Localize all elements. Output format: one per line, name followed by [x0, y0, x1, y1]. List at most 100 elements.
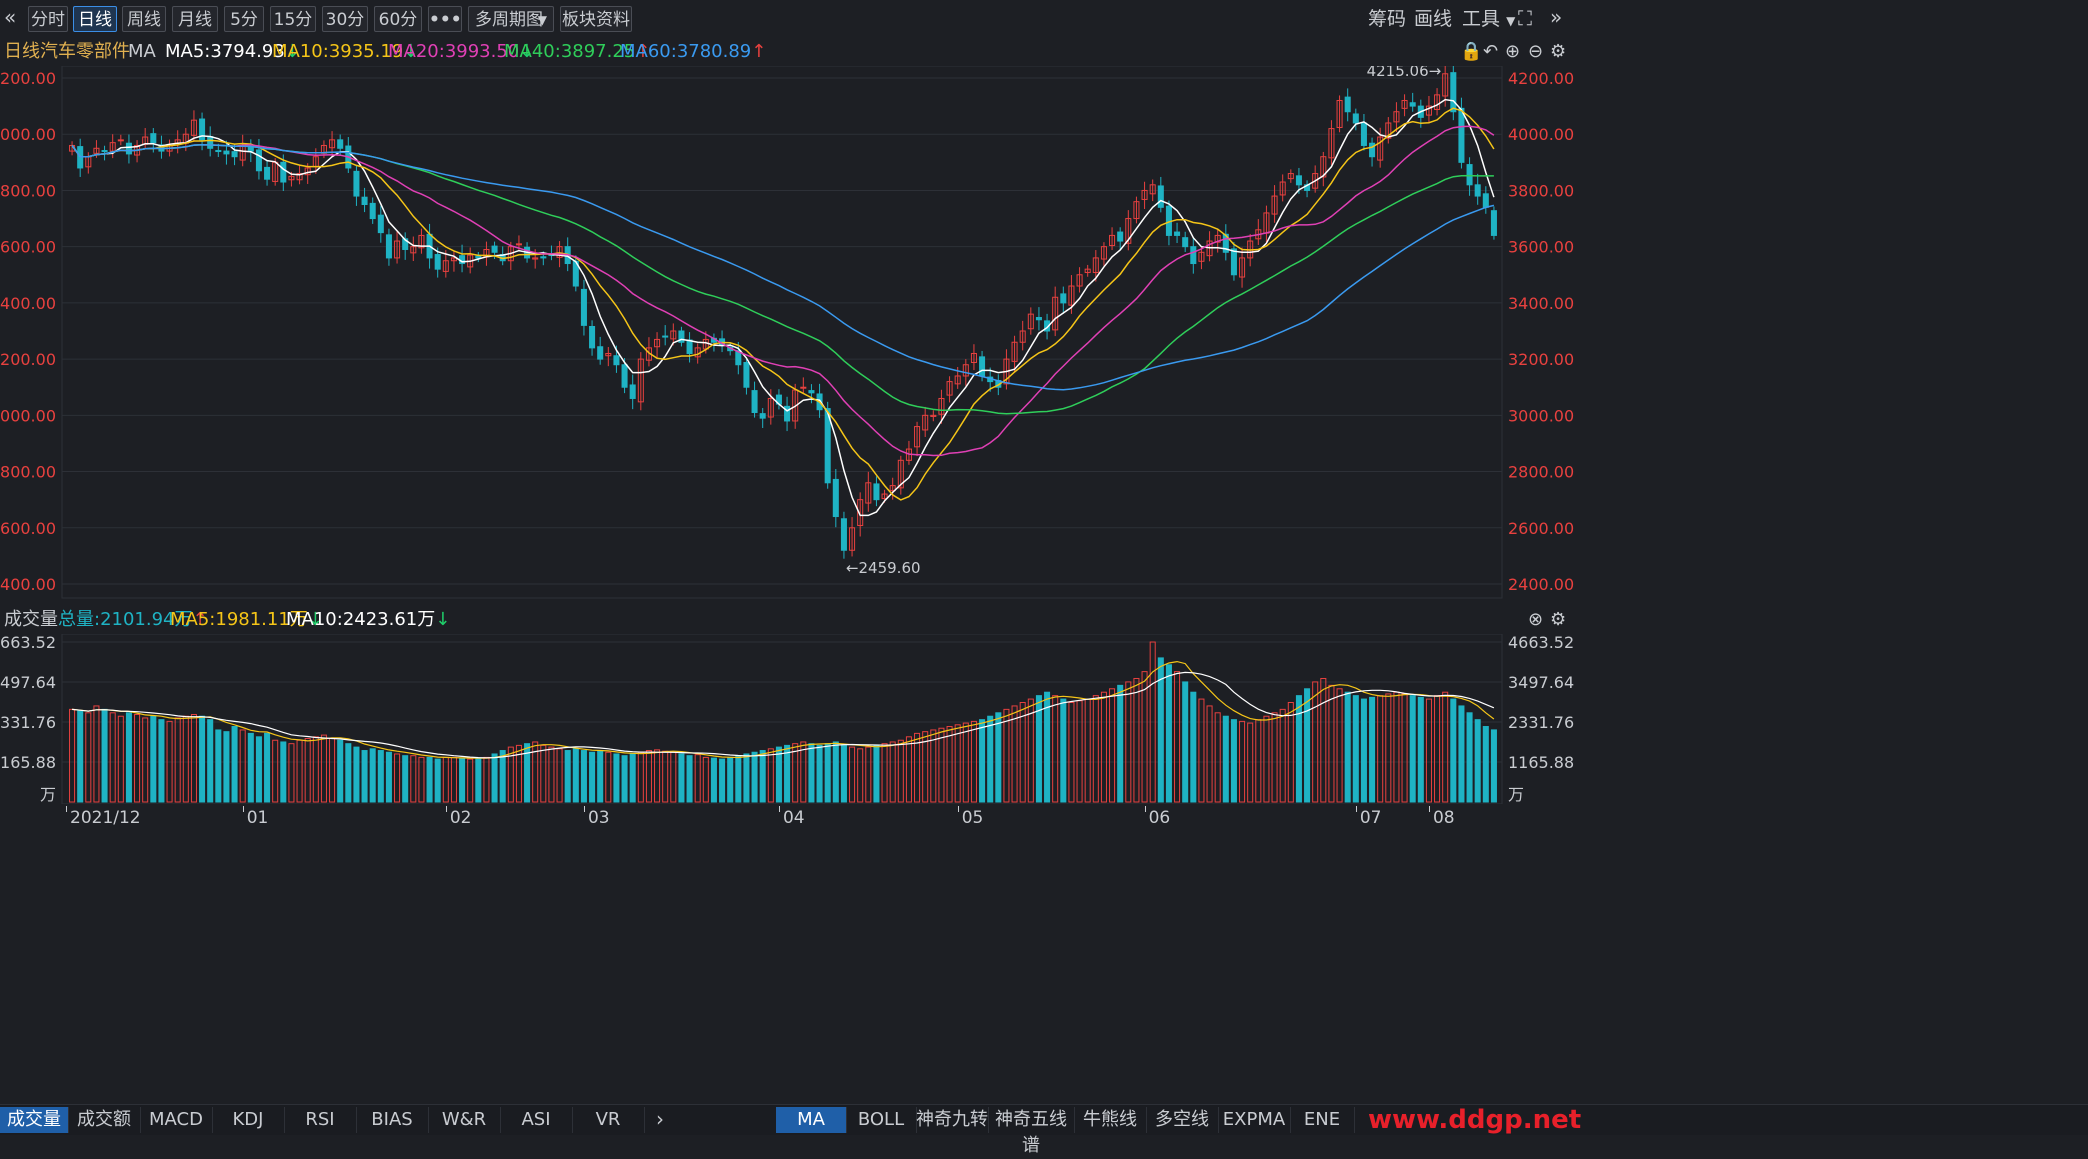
candle-down [1369, 142, 1376, 158]
overlay-tab[interactable]: EXPMA [1218, 1107, 1291, 1133]
sector-info-button[interactable]: 板块资料 [560, 6, 632, 32]
volume-bar-down [1060, 698, 1067, 803]
indicator-tab[interactable]: BIAS [356, 1107, 429, 1133]
volume-bar-down [1182, 681, 1189, 803]
indicator-tab[interactable]: 成交量 [0, 1107, 69, 1133]
volume-bar-down [369, 748, 376, 803]
volume-bar-down [1360, 698, 1367, 803]
candle-down [621, 364, 628, 388]
indicator-tab[interactable]: RSI [284, 1107, 357, 1133]
overlay-tab[interactable]: 多空线 [1146, 1107, 1219, 1133]
period-button-60min[interactable]: 60分 [374, 6, 422, 32]
overlay-tab[interactable]: BOLL [846, 1107, 917, 1133]
volume-bar-up [540, 744, 547, 803]
volume-axis-label-right: 4663.52 [1508, 634, 1574, 652]
candle-up [515, 243, 522, 246]
collapse-left-icon[interactable]: « [4, 5, 16, 29]
draw-button[interactable]: 画线 [1414, 6, 1452, 32]
candle-up [117, 139, 124, 142]
volume-bar-down [1304, 688, 1311, 803]
period-button-30min[interactable]: 30分 [322, 6, 368, 32]
volume-bar-up [1271, 712, 1278, 803]
volume-bar-up [1385, 693, 1392, 803]
volume-bar-up [1287, 702, 1294, 803]
price-axis-label-right: 3200.00 [1508, 350, 1574, 369]
indicator-tab[interactable]: ASI [500, 1107, 573, 1133]
tools-dropdown[interactable]: 工具 ▼ [1462, 6, 1515, 34]
indicator-name[interactable]: MA [128, 38, 156, 66]
indicator-tab[interactable]: W&R [428, 1107, 501, 1133]
candle-down [223, 150, 230, 155]
overlay-tab[interactable]: MA [776, 1107, 847, 1133]
volume-bar-down [158, 719, 165, 803]
multi-period-dropdown[interactable]: 多周期图 ▼ [468, 6, 554, 32]
date-label: 06 [1148, 808, 1171, 828]
volume-bar-down [223, 731, 230, 803]
indicator-tab[interactable]: MACD [140, 1107, 213, 1133]
chips-button[interactable]: 筹码 [1368, 6, 1406, 32]
tabs-next-arrow-icon[interactable]: › [656, 1107, 664, 1131]
price-axis-label-left: 4000.00 [0, 125, 56, 144]
overlay-tab[interactable]: 牛熊线 [1074, 1107, 1147, 1133]
volume-bar-up [702, 756, 709, 803]
lock-icon[interactable]: 🔒 [1460, 38, 1482, 66]
price-axis-label-right: 4200.00 [1508, 69, 1574, 88]
close-panel-icon[interactable]: ⊗ [1528, 606, 1543, 634]
candle-down [377, 214, 384, 234]
ma20-text: MA20:3993.50 [388, 41, 520, 62]
candle-down [491, 245, 498, 253]
volume-bar-down [385, 751, 392, 803]
overlay-tab[interactable]: 神奇九转 [916, 1107, 989, 1133]
period-button-5min[interactable]: 5分 [224, 6, 264, 32]
candle-down [743, 361, 750, 388]
candle-down [1344, 96, 1351, 113]
settings-gear-icon[interactable]: ⚙ [1550, 38, 1566, 66]
period-button-weekly[interactable]: 周线 [122, 6, 166, 32]
period-button-15min[interactable]: 15分 [270, 6, 316, 32]
date-label: 2021/12 [70, 808, 141, 828]
indicator-tab[interactable]: KDJ [212, 1107, 285, 1133]
volume-bar-down [816, 744, 823, 803]
volume-bar-down [710, 757, 717, 803]
volume-bar-down [995, 712, 1002, 803]
volume-axis-label-right: 3497.64 [1508, 673, 1574, 692]
more-periods-button[interactable]: ••• [428, 6, 462, 32]
volume-chart[interactable]: 4663.52 4663.52 3497.64 3497.64 2331.76 2331.… [0, 634, 2088, 804]
price-chart[interactable]: 4200.00 4200.00 4000.00 4000.00 3800.00 3800.… [0, 66, 2088, 606]
volume-bar-down [1417, 696, 1424, 803]
volume-bar-down [231, 726, 238, 803]
period-button-intraday[interactable]: 分时 [28, 6, 68, 32]
candle-down [580, 288, 587, 326]
volume-settings-gear-icon[interactable]: ⚙ [1550, 606, 1566, 634]
volume-bar-up [1279, 708, 1286, 803]
collapse-right-icon[interactable]: » [1550, 5, 1562, 29]
volume-bar-down [264, 732, 271, 803]
overlay-tab[interactable]: ENE [1290, 1107, 1355, 1133]
volume-bar-up [1214, 712, 1221, 803]
volume-bar-down [987, 715, 994, 803]
candle-down [1295, 175, 1302, 186]
dropdown-caret-icon: ▼ [537, 13, 547, 27]
period-button-daily[interactable]: 日线 [73, 6, 117, 32]
period-button-monthly[interactable]: 月线 [172, 6, 218, 32]
volume-bar-up [1019, 702, 1026, 803]
volume-bar-down [979, 719, 986, 803]
volume-bar-up [938, 727, 945, 803]
volume-bar-up [662, 750, 669, 803]
volume-bar-up [329, 738, 336, 803]
zoom-in-icon[interactable]: ⊕ [1505, 38, 1520, 66]
low-price-annotation: ←2459.60 [846, 559, 921, 577]
undo-icon[interactable]: ↶ [1483, 38, 1498, 66]
overlay-tab[interactable]: 神奇五线谱 [988, 1107, 1075, 1156]
date-label: 02 [449, 808, 472, 828]
volume-bar-up [1434, 695, 1441, 803]
indicator-tab[interactable]: 成交额 [68, 1107, 141, 1133]
date-label: 01 [246, 808, 269, 828]
fullscreen-icon[interactable]: ⛶ [1518, 6, 1532, 30]
candle-down [1490, 210, 1497, 236]
volume-bar-up [954, 724, 961, 803]
candle-down [629, 384, 636, 399]
indicator-tab[interactable]: VR [572, 1107, 645, 1133]
volume-bar-up [962, 722, 969, 803]
zoom-out-icon[interactable]: ⊖ [1528, 38, 1543, 66]
